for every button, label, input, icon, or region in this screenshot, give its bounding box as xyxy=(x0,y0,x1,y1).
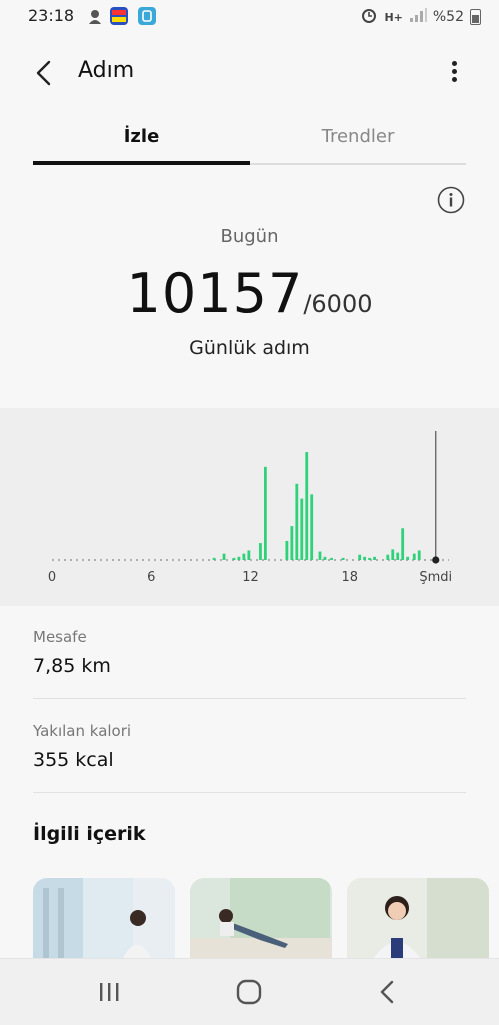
chart-bar xyxy=(396,552,400,560)
chart-bar xyxy=(341,557,345,560)
step-count: 10157 xyxy=(126,262,304,325)
chart-bar xyxy=(401,528,405,560)
chart-bar xyxy=(300,498,304,560)
chart-tick-label: 12 xyxy=(242,570,259,585)
alarm-icon xyxy=(360,6,378,28)
chart-bar xyxy=(222,553,226,560)
info-icon[interactable] xyxy=(437,186,465,214)
chart-tick-label-now: Şmdi xyxy=(419,570,452,585)
calories-value: 355 kcal xyxy=(33,749,114,771)
chart-bar xyxy=(373,556,376,560)
chart-bar xyxy=(368,557,371,560)
chart-bar xyxy=(363,556,367,560)
chart-bar xyxy=(386,554,390,560)
chart-bar xyxy=(285,540,289,560)
more-vert-icon[interactable] xyxy=(444,58,464,88)
steps-chart[interactable]: 0 6 12 18 Şmdi xyxy=(0,408,499,606)
chart-bar xyxy=(391,549,395,560)
chart-now-dot xyxy=(432,556,440,564)
chart-tick-label: 0 xyxy=(48,570,56,585)
chart-bar xyxy=(310,494,314,560)
back-arrow-icon[interactable] xyxy=(34,60,56,86)
chart-bar xyxy=(212,557,216,560)
app-icon xyxy=(138,7,156,25)
related-card-2[interactable] xyxy=(190,878,332,962)
related-card-3[interactable] xyxy=(347,878,489,962)
calories-label: Yakılan kalori xyxy=(33,722,132,740)
step-goal: /6000 xyxy=(303,290,373,318)
chart-bar xyxy=(247,550,251,560)
chart-bar xyxy=(412,553,416,560)
recents-icon[interactable] xyxy=(98,981,122,1007)
period-label: Bugün xyxy=(220,226,279,247)
system-nav-bar xyxy=(0,958,499,1025)
related-card-1[interactable] xyxy=(33,878,175,962)
chart-bar xyxy=(232,557,236,560)
chart-tick-label: 18 xyxy=(341,570,358,585)
game-app-icon xyxy=(110,7,128,25)
related-content-title: İlgili içerik xyxy=(33,823,146,845)
step-count-row: 10157/6000 xyxy=(0,262,499,325)
battery-icon xyxy=(470,9,481,25)
notification-icon xyxy=(86,7,104,25)
distance-label: Mesafe xyxy=(33,628,87,646)
network-icon: H+ xyxy=(384,10,403,24)
battery-text: %52 xyxy=(432,9,464,25)
chart-bar xyxy=(318,551,322,560)
daily-steps-label: Günlük adım xyxy=(189,337,310,359)
chart-bar xyxy=(358,554,362,560)
chart-bar xyxy=(417,550,421,560)
signal-icon xyxy=(409,7,427,27)
divider xyxy=(33,792,466,793)
tab-watch[interactable]: İzle xyxy=(33,126,250,147)
status-right: H+ %52 xyxy=(360,6,481,28)
chart-bar xyxy=(295,483,299,560)
chart-bar xyxy=(323,556,327,560)
chart-tick-label: 6 xyxy=(147,570,155,585)
tab-trends[interactable]: Trendler xyxy=(250,126,466,147)
home-icon[interactable] xyxy=(236,979,262,1009)
back-nav-icon[interactable] xyxy=(378,979,396,1009)
chart-bar xyxy=(237,556,241,560)
status-bar: 23:18 H+ %52 xyxy=(0,0,499,34)
distance-value: 7,85 km xyxy=(33,655,111,677)
tab-indicator xyxy=(33,161,250,165)
chart-bar xyxy=(290,526,294,560)
chart-bar xyxy=(330,557,333,560)
status-time: 23:18 xyxy=(28,6,75,25)
chart-bar xyxy=(263,466,267,560)
page-title: Adım xyxy=(78,58,135,83)
chart-bar xyxy=(406,556,410,560)
chart-bar xyxy=(305,452,309,560)
divider xyxy=(33,698,466,699)
chart-bar xyxy=(242,553,246,560)
chart-bar xyxy=(259,543,262,560)
